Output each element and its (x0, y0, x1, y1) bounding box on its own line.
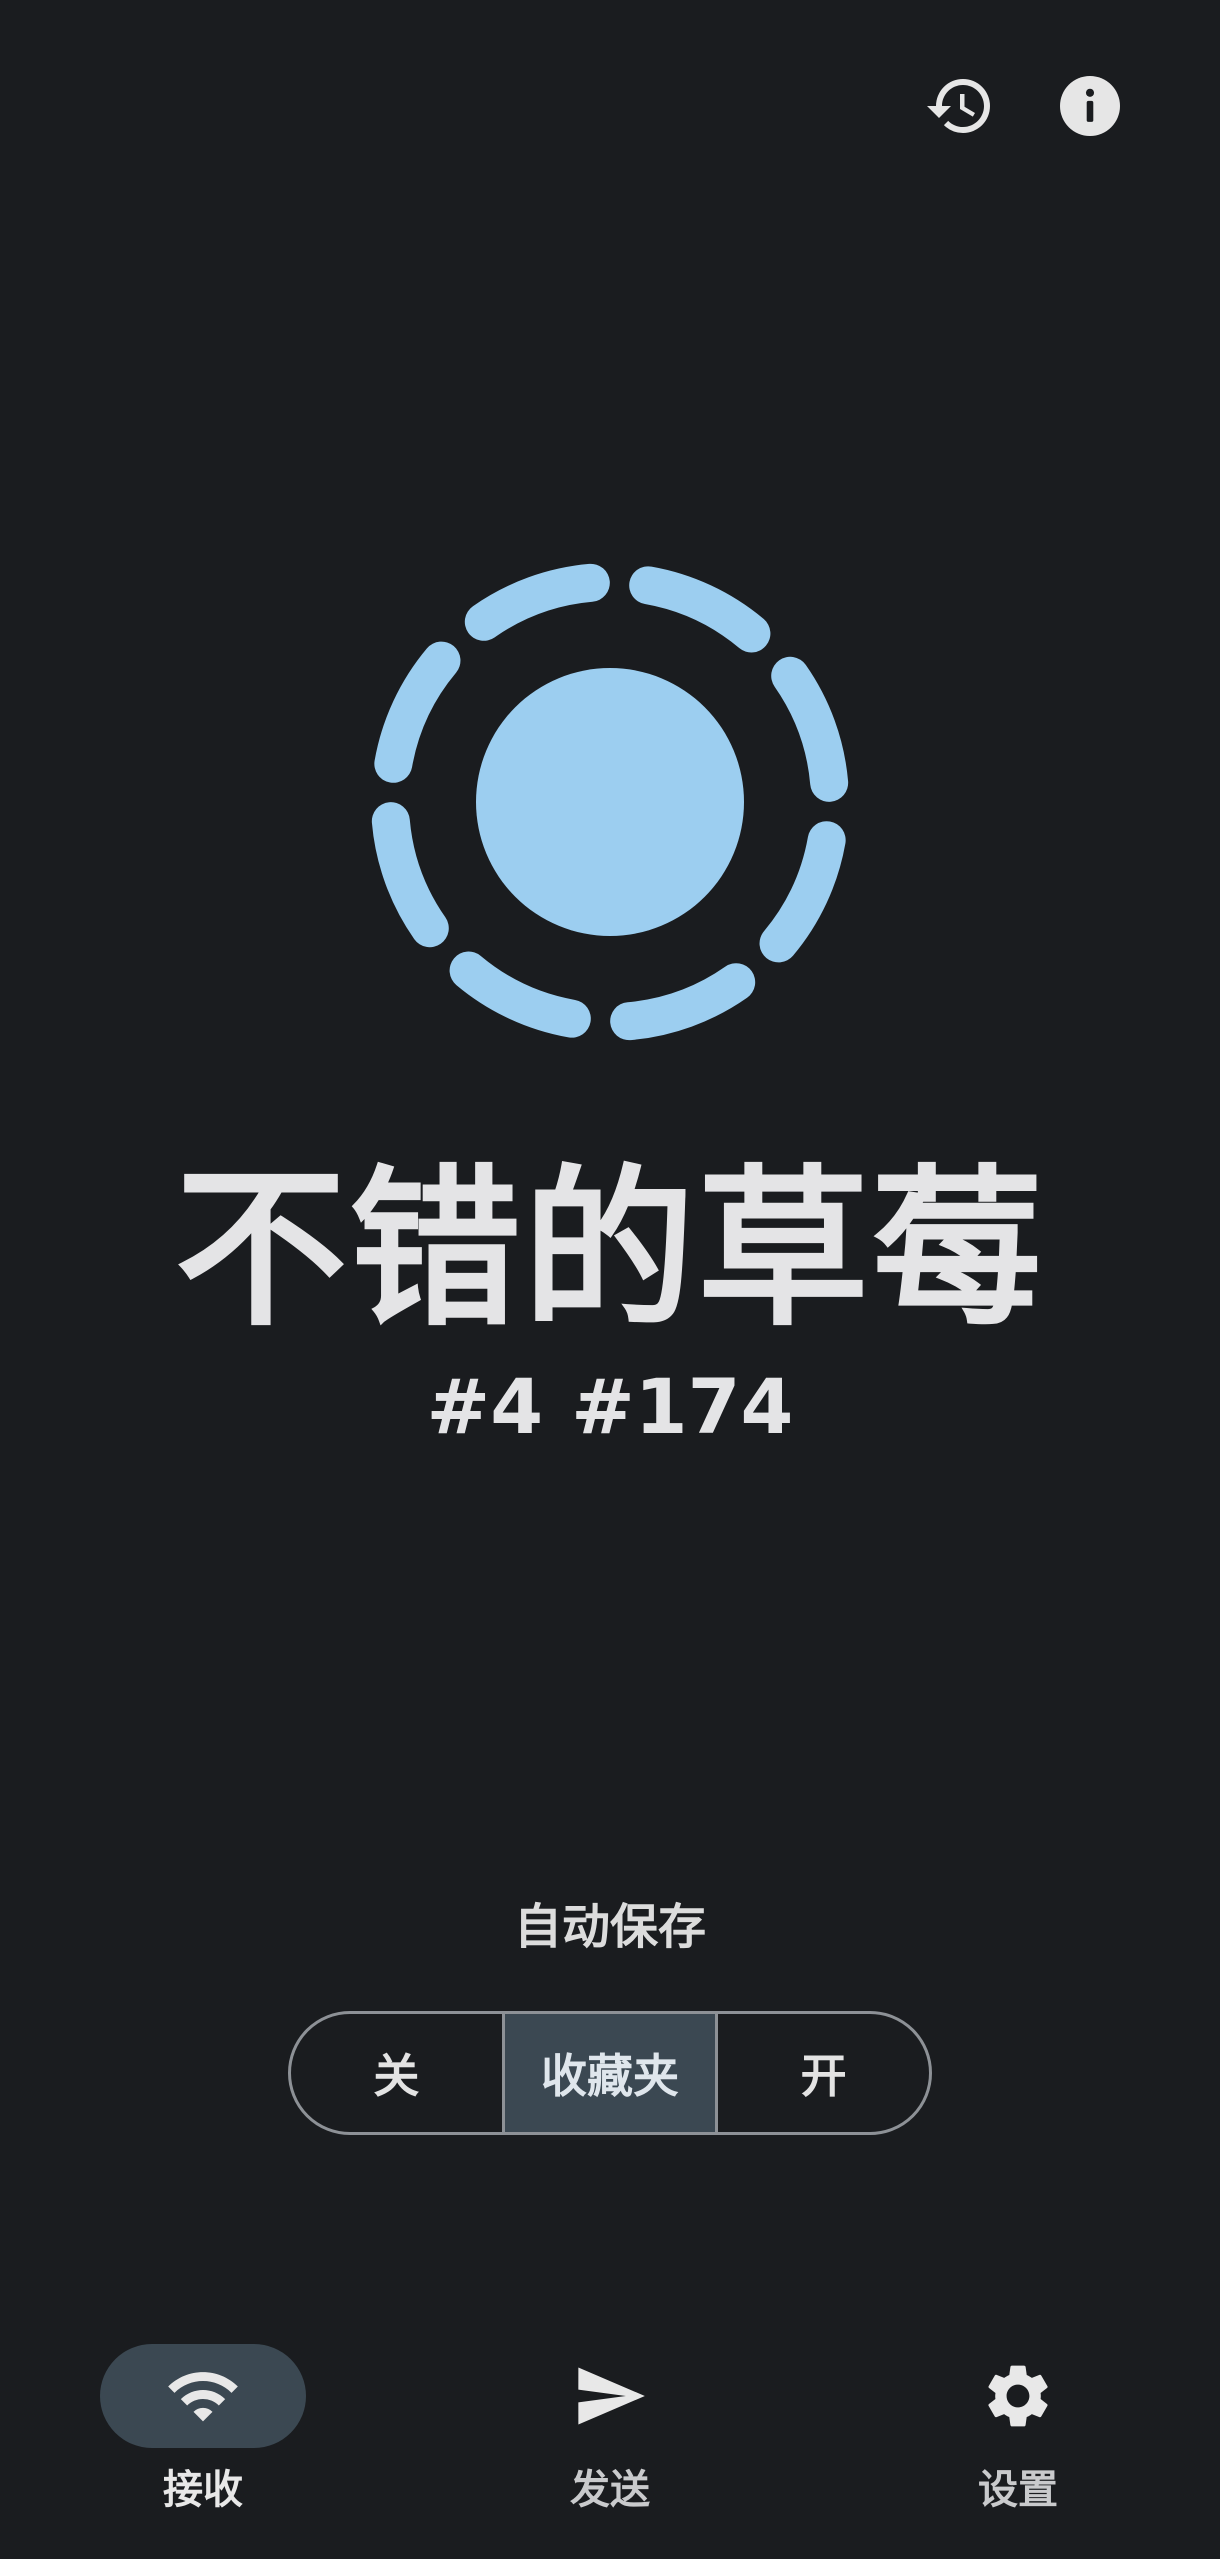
device-tags: #4 #174 (0, 1362, 1220, 1452)
nav-label-settings: 设置 (978, 2467, 1058, 2513)
nav-item-send[interactable]: 发送 (480, 2330, 740, 2530)
history-icon (927, 79, 990, 134)
logo-ring-segment (449, 951, 591, 1038)
info-button[interactable] (1050, 66, 1130, 146)
autosave-option-off[interactable]: 关 (291, 2014, 502, 2132)
nav-pill-receive (100, 2344, 306, 2448)
wifi-icon (168, 2372, 238, 2422)
gear-icon (988, 2365, 1048, 2427)
logo-ring-segment (371, 802, 449, 948)
info-icon (1060, 76, 1120, 136)
localsend-logo-icon (371, 563, 849, 1041)
nav-label-send: 发送 (570, 2467, 650, 2513)
bottom-navigation: 接收 发送 设置 (0, 2330, 1220, 2559)
autosave-option-on[interactable]: 开 (715, 2014, 929, 2132)
device-name: 不错的草莓 (175, 1149, 1045, 1350)
nav-item-receive[interactable]: 接收 (73, 2330, 333, 2530)
logo-ring-segment (629, 566, 771, 653)
logo-ring-segment (610, 963, 756, 1041)
send-icon (578, 2367, 645, 2425)
autosave-option-favorites[interactable]: 收藏夹 (501, 2014, 716, 2132)
nav-pill-send (507, 2344, 713, 2448)
logo-core (476, 668, 744, 936)
device-tag-1: #4 (426, 1362, 544, 1451)
nav-label-receive: 接收 (163, 2467, 243, 2513)
logo-ring-segment (771, 656, 849, 802)
autosave-segmented-control: 关 收藏夹 开 (288, 2011, 932, 2135)
logo-ring-segment (759, 821, 846, 963)
nav-item-settings[interactable]: 设置 (888, 2330, 1148, 2530)
nav-pill-settings (915, 2344, 1121, 2448)
history-button[interactable] (920, 66, 1000, 146)
device-tag-2: #174 (571, 1362, 794, 1451)
logo-ring-segment (374, 641, 461, 783)
autosave-label: 自动保存 (513, 1899, 706, 1955)
logo-ring-segment (464, 563, 610, 641)
